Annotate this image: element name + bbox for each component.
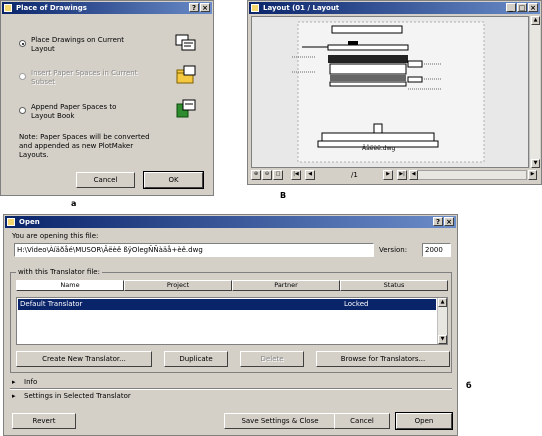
note-text: Note: Paper Spaces will be converted and… <box>19 133 150 159</box>
app-icon <box>7 218 15 226</box>
radio-current-layout[interactable] <box>19 40 26 47</box>
column-header-partner[interactable]: Partner <box>232 280 340 291</box>
settings-disclosure-icon[interactable]: ▸ <box>12 392 16 400</box>
close-button[interactable]: × <box>528 3 538 12</box>
place-of-drawings-dialog: Place of Drawings ? × Place Drawings on … <box>0 0 214 196</box>
caption-b: B <box>280 191 287 200</box>
radio-layout-book[interactable] <box>19 107 26 114</box>
row-name: Default Translator <box>20 300 83 308</box>
zoom-out-icon[interactable]: ⊖ <box>262 170 272 180</box>
layout-book-icon <box>176 99 196 118</box>
version-field: 2000 <box>422 243 451 257</box>
drawing-label: Âåëèê.dwg <box>362 145 396 152</box>
layout-canvas[interactable]: Âåëèê.dwg <box>251 16 529 168</box>
column-header-project[interactable]: Project <box>124 280 232 291</box>
layout-toolbar: ⊕ ⊖ □ |◀ ◀ /1 ▶ ▶| ◀ ▶ <box>251 169 540 181</box>
create-translator-button[interactable]: Create New Translator... <box>16 351 152 367</box>
table-row[interactable]: Default Translator Locked <box>18 299 436 310</box>
dialog-title: Open <box>19 218 40 226</box>
window-title: Layout (01 / Layout <box>263 4 340 12</box>
divider <box>10 388 452 390</box>
scroll-up-button[interactable]: ▲ <box>438 298 447 307</box>
translator-table: Name Project Partner Status <box>16 280 448 291</box>
app-icon <box>251 4 259 12</box>
option-label-layout-book: Append Paper Spaces to Layout Book <box>31 103 117 120</box>
layout-drawings-icon <box>175 34 196 51</box>
dialog-title: Place of Drawings <box>16 4 87 12</box>
help-button[interactable]: ? <box>433 217 443 226</box>
version-label: Version: <box>379 246 408 254</box>
ok-button[interactable]: OK <box>143 171 204 189</box>
close-button[interactable]: × <box>200 3 210 12</box>
help-button[interactable]: ? <box>189 3 199 12</box>
first-page-button[interactable]: |◀ <box>291 170 301 180</box>
last-page-button[interactable]: ▶| <box>397 170 407 180</box>
column-header-status[interactable]: Status <box>340 280 448 291</box>
horizontal-scrollbar[interactable] <box>417 170 527 180</box>
delete-button[interactable]: Delete <box>240 351 304 367</box>
file-path-field: H:\Video\Àíäðåé\MUSOR\Âëèê ßÿOlegÑÑàäå+è… <box>14 243 374 257</box>
page-indicator: /1 <box>351 171 358 179</box>
option-label-current-layout: Place Drawings on Current Layout <box>31 36 125 53</box>
open-dialog: Open ? × You are opening this file: H:\V… <box>3 214 458 436</box>
scroll-up-button[interactable]: ▲ <box>531 16 540 25</box>
info-label[interactable]: Info <box>24 378 37 386</box>
close-button[interactable]: × <box>444 217 454 226</box>
column-header-name[interactable]: Name <box>16 280 124 291</box>
scroll-left-button[interactable]: ◀ <box>409 170 418 180</box>
minimize-button[interactable]: _ <box>506 3 516 12</box>
cancel-button[interactable]: Cancel <box>76 172 135 188</box>
fit-window-icon[interactable]: □ <box>273 170 283 180</box>
cancel-button[interactable]: Cancel <box>334 413 390 429</box>
opening-file-label: You are opening this file: <box>12 232 99 240</box>
revert-button[interactable]: Revert <box>12 413 76 429</box>
vertical-scrollbar[interactable]: ▲ ▼ <box>529 16 540 168</box>
list-scrollbar[interactable]: ▲ ▼ <box>437 298 447 344</box>
info-disclosure-icon[interactable]: ▸ <box>12 378 16 386</box>
caption-a: a <box>71 199 77 208</box>
folder-subset-icon <box>176 65 196 84</box>
title-bar: Layout (01 / Layout _ □ × <box>249 2 540 14</box>
title-bar: Place of Drawings ? × <box>2 2 212 14</box>
scroll-down-button[interactable]: ▼ <box>438 335 447 344</box>
translator-group-label: with this Translator file: <box>16 268 102 276</box>
translator-list[interactable]: Default Translator Locked ▲ ▼ <box>16 297 448 345</box>
zoom-in-icon[interactable]: ⊕ <box>251 170 261 180</box>
scroll-down-button[interactable]: ▼ <box>531 159 540 168</box>
maximize-button[interactable]: □ <box>517 3 527 12</box>
settings-label[interactable]: Settings in Selected Translator <box>24 392 131 400</box>
open-button[interactable]: Open <box>395 412 453 430</box>
radio-current-subset[interactable] <box>19 73 26 80</box>
scroll-right-button[interactable]: ▶ <box>528 170 537 180</box>
caption-c: б <box>466 381 472 390</box>
next-page-button[interactable]: ▶ <box>383 170 393 180</box>
title-bar: Open ? × <box>5 216 456 228</box>
row-status: Locked <box>344 300 369 308</box>
layout-window: Layout (01 / Layout _ □ × Âåëèê.dwg ▲ ▼ … <box>247 0 542 185</box>
prev-page-button[interactable]: ◀ <box>305 170 315 180</box>
duplicate-button[interactable]: Duplicate <box>164 351 228 367</box>
app-icon <box>4 4 12 12</box>
save-settings-close-button[interactable]: Save Settings & Close <box>224 413 336 429</box>
option-label-current-subset: Insert Paper Spaces in Current Subset <box>31 69 138 86</box>
browse-translators-button[interactable]: Browse for Translators... <box>316 351 450 367</box>
